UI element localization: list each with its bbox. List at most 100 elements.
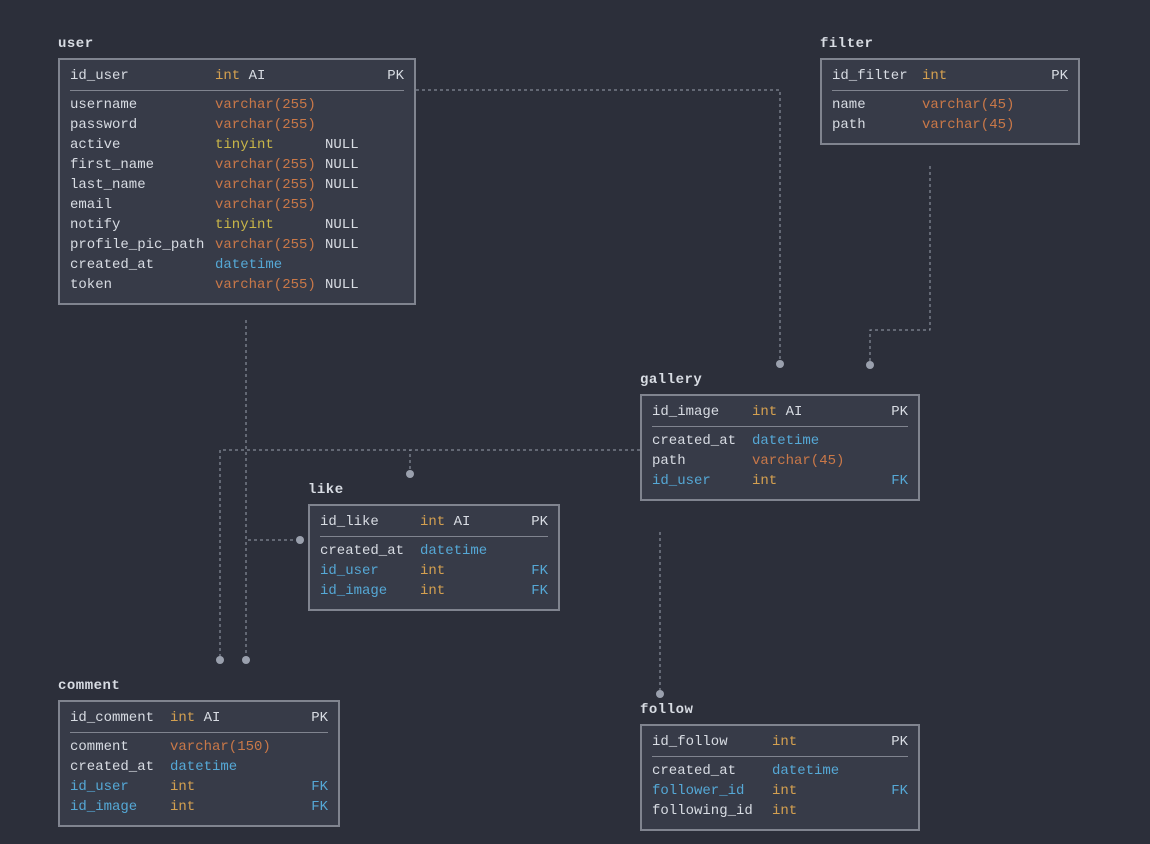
relation-endpoint-icon: [216, 656, 224, 664]
column-row: id_userintFK: [320, 561, 548, 581]
column-name: email: [70, 195, 215, 215]
column-type: int: [420, 512, 445, 532]
column-null: NULL: [325, 215, 359, 235]
column-type: int: [772, 732, 797, 752]
column-ai: AI: [777, 402, 802, 422]
separator: [652, 426, 908, 427]
column-type: int: [170, 708, 195, 728]
column-name: created_at: [70, 757, 170, 777]
column-row-pk: id_commentint AIPK: [70, 708, 328, 728]
table-title: filter: [820, 34, 1080, 58]
column-key: FK: [311, 797, 328, 817]
separator: [652, 756, 908, 757]
column-null: NULL: [325, 275, 359, 295]
column-null: NULL: [325, 175, 359, 195]
table-title: gallery: [640, 370, 920, 394]
relation-line: [416, 90, 780, 364]
column-row: id_imageintFK: [70, 797, 328, 817]
column-name: id_image: [320, 581, 420, 601]
column-type: int: [772, 801, 862, 821]
column-key: PK: [387, 66, 404, 86]
column-name: created_at: [652, 431, 752, 451]
table-follow[interactable]: follow id_followintPK created_atdatetimefo…: [640, 700, 920, 831]
relation-line: [410, 450, 640, 474]
table-like[interactable]: likeid_likeint AIPKcreated_atdatetimeid_…: [308, 480, 560, 611]
relation-endpoint-icon: [866, 361, 874, 369]
column-name: token: [70, 275, 215, 295]
column-row: tokenvarchar(255)NULL: [70, 275, 404, 295]
table-filter[interactable]: filterid_filterintPKnamevarchar(45)pathv…: [820, 34, 1080, 145]
table-box: id_commentint AIPK commentvarchar(150)cre…: [58, 700, 340, 827]
column-row: created_atdatetime: [320, 541, 548, 561]
relation-endpoint-icon: [656, 690, 664, 698]
column-row: activetinyintNULL: [70, 135, 404, 155]
table-title: comment: [58, 676, 340, 700]
column-row: created_atdatetime: [70, 757, 328, 777]
column-key: PK: [891, 402, 908, 422]
column-key: FK: [531, 561, 548, 581]
column-row: passwordvarchar(255): [70, 115, 404, 135]
column-name: notify: [70, 215, 215, 235]
relation-line: [870, 166, 930, 365]
relation-endpoint-icon: [406, 470, 414, 478]
column-type: tinyint: [215, 215, 325, 235]
column-name: created_at: [652, 761, 772, 781]
column-type: varchar(45): [752, 451, 862, 471]
column-row: created_atdatetime: [652, 761, 908, 781]
column-key: FK: [531, 581, 548, 601]
column-type: datetime: [420, 541, 500, 561]
column-name: path: [652, 451, 752, 471]
column-name: path: [832, 115, 922, 135]
column-name: id_filter: [832, 66, 922, 86]
relation-endpoint-icon: [296, 536, 304, 544]
column-name: id_follow: [652, 732, 772, 752]
column-row-pk: id_filterintPK: [832, 66, 1068, 86]
column-name: created_at: [320, 541, 420, 561]
table-box: id_imageint AIPKcreated_atdatetimepathva…: [640, 394, 920, 501]
column-type: varchar(255): [215, 195, 325, 215]
column-type: varchar(255): [215, 275, 325, 295]
table-title: follow: [640, 700, 920, 724]
table-title: user: [58, 34, 416, 58]
column-row: namevarchar(45): [832, 95, 1068, 115]
column-name: id_user: [320, 561, 420, 581]
column-row: created_atdatetime: [70, 255, 404, 275]
relation-endpoint-icon: [776, 360, 784, 368]
table-comment[interactable]: comment id_commentint AIPK commentvarchar(…: [58, 676, 340, 827]
column-row-pk: id_followintPK: [652, 732, 908, 752]
column-type: int: [922, 66, 947, 86]
column-type: datetime: [752, 431, 862, 451]
column-row: commentvarchar(150): [70, 737, 328, 757]
table-user[interactable]: userid_userint AIPKusernamevarchar(255)p…: [58, 34, 416, 305]
column-type: tinyint: [215, 135, 325, 155]
column-name: name: [832, 95, 922, 115]
column-null: NULL: [325, 235, 359, 255]
column-row: id_userintFK: [652, 471, 908, 491]
column-row-pk: id_userint AIPK: [70, 66, 404, 86]
column-row: pathvarchar(45): [652, 451, 908, 471]
column-null: NULL: [325, 155, 359, 175]
column-row: created_atdatetime: [652, 431, 908, 451]
column-key: PK: [531, 512, 548, 532]
column-type: datetime: [215, 255, 325, 275]
column-row: last_namevarchar(255)NULL: [70, 175, 404, 195]
column-row: usernamevarchar(255): [70, 95, 404, 115]
column-row: emailvarchar(255): [70, 195, 404, 215]
column-name: following_id: [652, 801, 772, 821]
column-key: FK: [891, 471, 908, 491]
table-box: id_followintPKcreated_atdatetimefollower…: [640, 724, 920, 831]
separator: [70, 90, 404, 91]
column-key: PK: [311, 708, 328, 728]
column-key: FK: [891, 781, 908, 801]
table-gallery[interactable]: galleryid_imageint AIPKcreated_atdatetim…: [640, 370, 920, 501]
column-row: id_imageintFK: [320, 581, 548, 601]
column-name: active: [70, 135, 215, 155]
column-name: created_at: [70, 255, 215, 275]
column-name: comment: [70, 737, 170, 757]
column-type: int: [772, 781, 862, 801]
column-name: username: [70, 95, 215, 115]
column-name: id_like: [320, 512, 420, 532]
column-name: last_name: [70, 175, 215, 195]
column-null: NULL: [325, 135, 359, 155]
column-name: id_image: [652, 402, 752, 422]
